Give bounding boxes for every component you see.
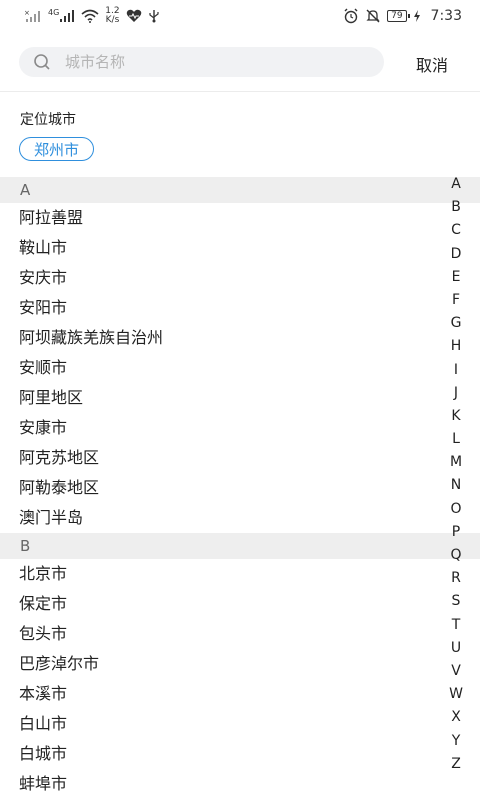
city-item[interactable]: 阿拉善盟 <box>0 203 480 233</box>
index-letter-j[interactable]: J <box>446 382 466 405</box>
index-letter-d[interactable]: D <box>446 243 466 266</box>
usb-icon <box>148 9 160 23</box>
index-letter-i[interactable]: I <box>446 359 466 382</box>
city-item[interactable]: 包头市 <box>0 619 480 649</box>
index-letter-t[interactable]: T <box>446 614 466 637</box>
index-letter-n[interactable]: N <box>446 474 466 497</box>
search-header: 取消 <box>0 32 480 92</box>
alphabet-index[interactable]: A B C D E F G H I J K L M N O P Q R S T … <box>448 173 464 776</box>
search-input[interactable] <box>63 52 357 72</box>
index-letter-q[interactable]: Q <box>446 544 466 567</box>
index-letter-m[interactable]: M <box>446 451 466 474</box>
current-city-chip[interactable]: 郑州市 <box>19 137 95 161</box>
cancel-button[interactable]: 取消 <box>416 52 448 76</box>
index-letter-l[interactable]: L <box>446 428 466 451</box>
city-item[interactable]: 阿里地区 <box>0 383 480 413</box>
index-letter-v[interactable]: V <box>446 660 466 683</box>
wifi-icon <box>81 9 99 23</box>
city-item[interactable]: 安阳市 <box>0 293 480 323</box>
index-letter-f[interactable]: F <box>446 289 466 312</box>
index-letter-c[interactable]: C <box>446 219 466 242</box>
index-letter-u[interactable]: U <box>446 637 466 660</box>
mute-bell-icon <box>365 8 381 24</box>
health-heart-icon <box>126 9 142 23</box>
index-letter-k[interactable]: K <box>446 405 466 428</box>
city-item[interactable]: 安庆市 <box>0 263 480 293</box>
signal-no-sim-icon: × <box>24 9 42 23</box>
city-item[interactable]: 阿克苏地区 <box>0 443 480 473</box>
city-item[interactable]: 澳门半岛 <box>0 503 480 533</box>
city-item[interactable]: 本溪市 <box>0 679 480 709</box>
city-item[interactable]: 蚌埠市 <box>0 769 480 799</box>
charging-icon <box>413 10 421 22</box>
index-letter-z[interactable]: Z <box>446 753 466 776</box>
battery-icon: 79 <box>387 10 411 22</box>
index-letter-o[interactable]: O <box>446 498 466 521</box>
search-icon <box>33 53 51 71</box>
city-item[interactable]: 白山市 <box>0 709 480 739</box>
city-item[interactable]: 保定市 <box>0 589 480 619</box>
status-right: 79 7:33 <box>343 8 462 24</box>
city-item[interactable]: 巴彦淖尔市 <box>0 649 480 679</box>
city-item[interactable]: 安康市 <box>0 413 480 443</box>
section-header-a: A <box>0 177 480 203</box>
index-letter-h[interactable]: H <box>446 335 466 358</box>
index-letter-s[interactable]: S <box>446 590 466 613</box>
index-letter-a[interactable]: A <box>446 173 466 196</box>
city-list[interactable]: A 阿拉善盟 鞍山市 安庆市 安阳市 阿坝藏族羌族自治州 安顺市 阿里地区 安康… <box>0 177 480 800</box>
svg-text:×: × <box>24 9 30 17</box>
section-header-b: B <box>0 533 480 559</box>
net-speed-unit: K/s <box>105 15 120 25</box>
index-letter-b[interactable]: B <box>446 196 466 219</box>
city-item[interactable]: 阿坝藏族羌族自治州 <box>0 323 480 353</box>
index-letter-r[interactable]: R <box>446 567 466 590</box>
city-item[interactable]: 北京市 <box>0 559 480 589</box>
city-item[interactable]: 白城市 <box>0 739 480 769</box>
clock: 7:33 <box>430 8 462 24</box>
network-type: 4G <box>48 8 60 17</box>
index-letter-y[interactable]: Y <box>446 730 466 753</box>
index-letter-x[interactable]: X <box>446 706 466 729</box>
index-letter-p[interactable]: P <box>446 521 466 544</box>
index-letter-w[interactable]: W <box>446 683 466 706</box>
status-left: × 4G 1.2 K/s <box>24 7 160 25</box>
battery-level: 79 <box>391 11 403 21</box>
search-box[interactable] <box>19 47 384 77</box>
signal-icon: 4G <box>48 9 75 23</box>
status-bar: × 4G 1.2 K/s 79 7:33 <box>0 0 480 32</box>
index-letter-e[interactable]: E <box>446 266 466 289</box>
network-speed: 1.2 K/s <box>105 7 119 25</box>
alarm-icon <box>343 8 359 24</box>
city-item[interactable]: 阿勒泰地区 <box>0 473 480 503</box>
index-letter-g[interactable]: G <box>446 312 466 335</box>
location-label: 定位城市 <box>20 112 76 128</box>
city-item[interactable]: 鞍山市 <box>0 233 480 263</box>
city-item[interactable]: 安顺市 <box>0 353 480 383</box>
